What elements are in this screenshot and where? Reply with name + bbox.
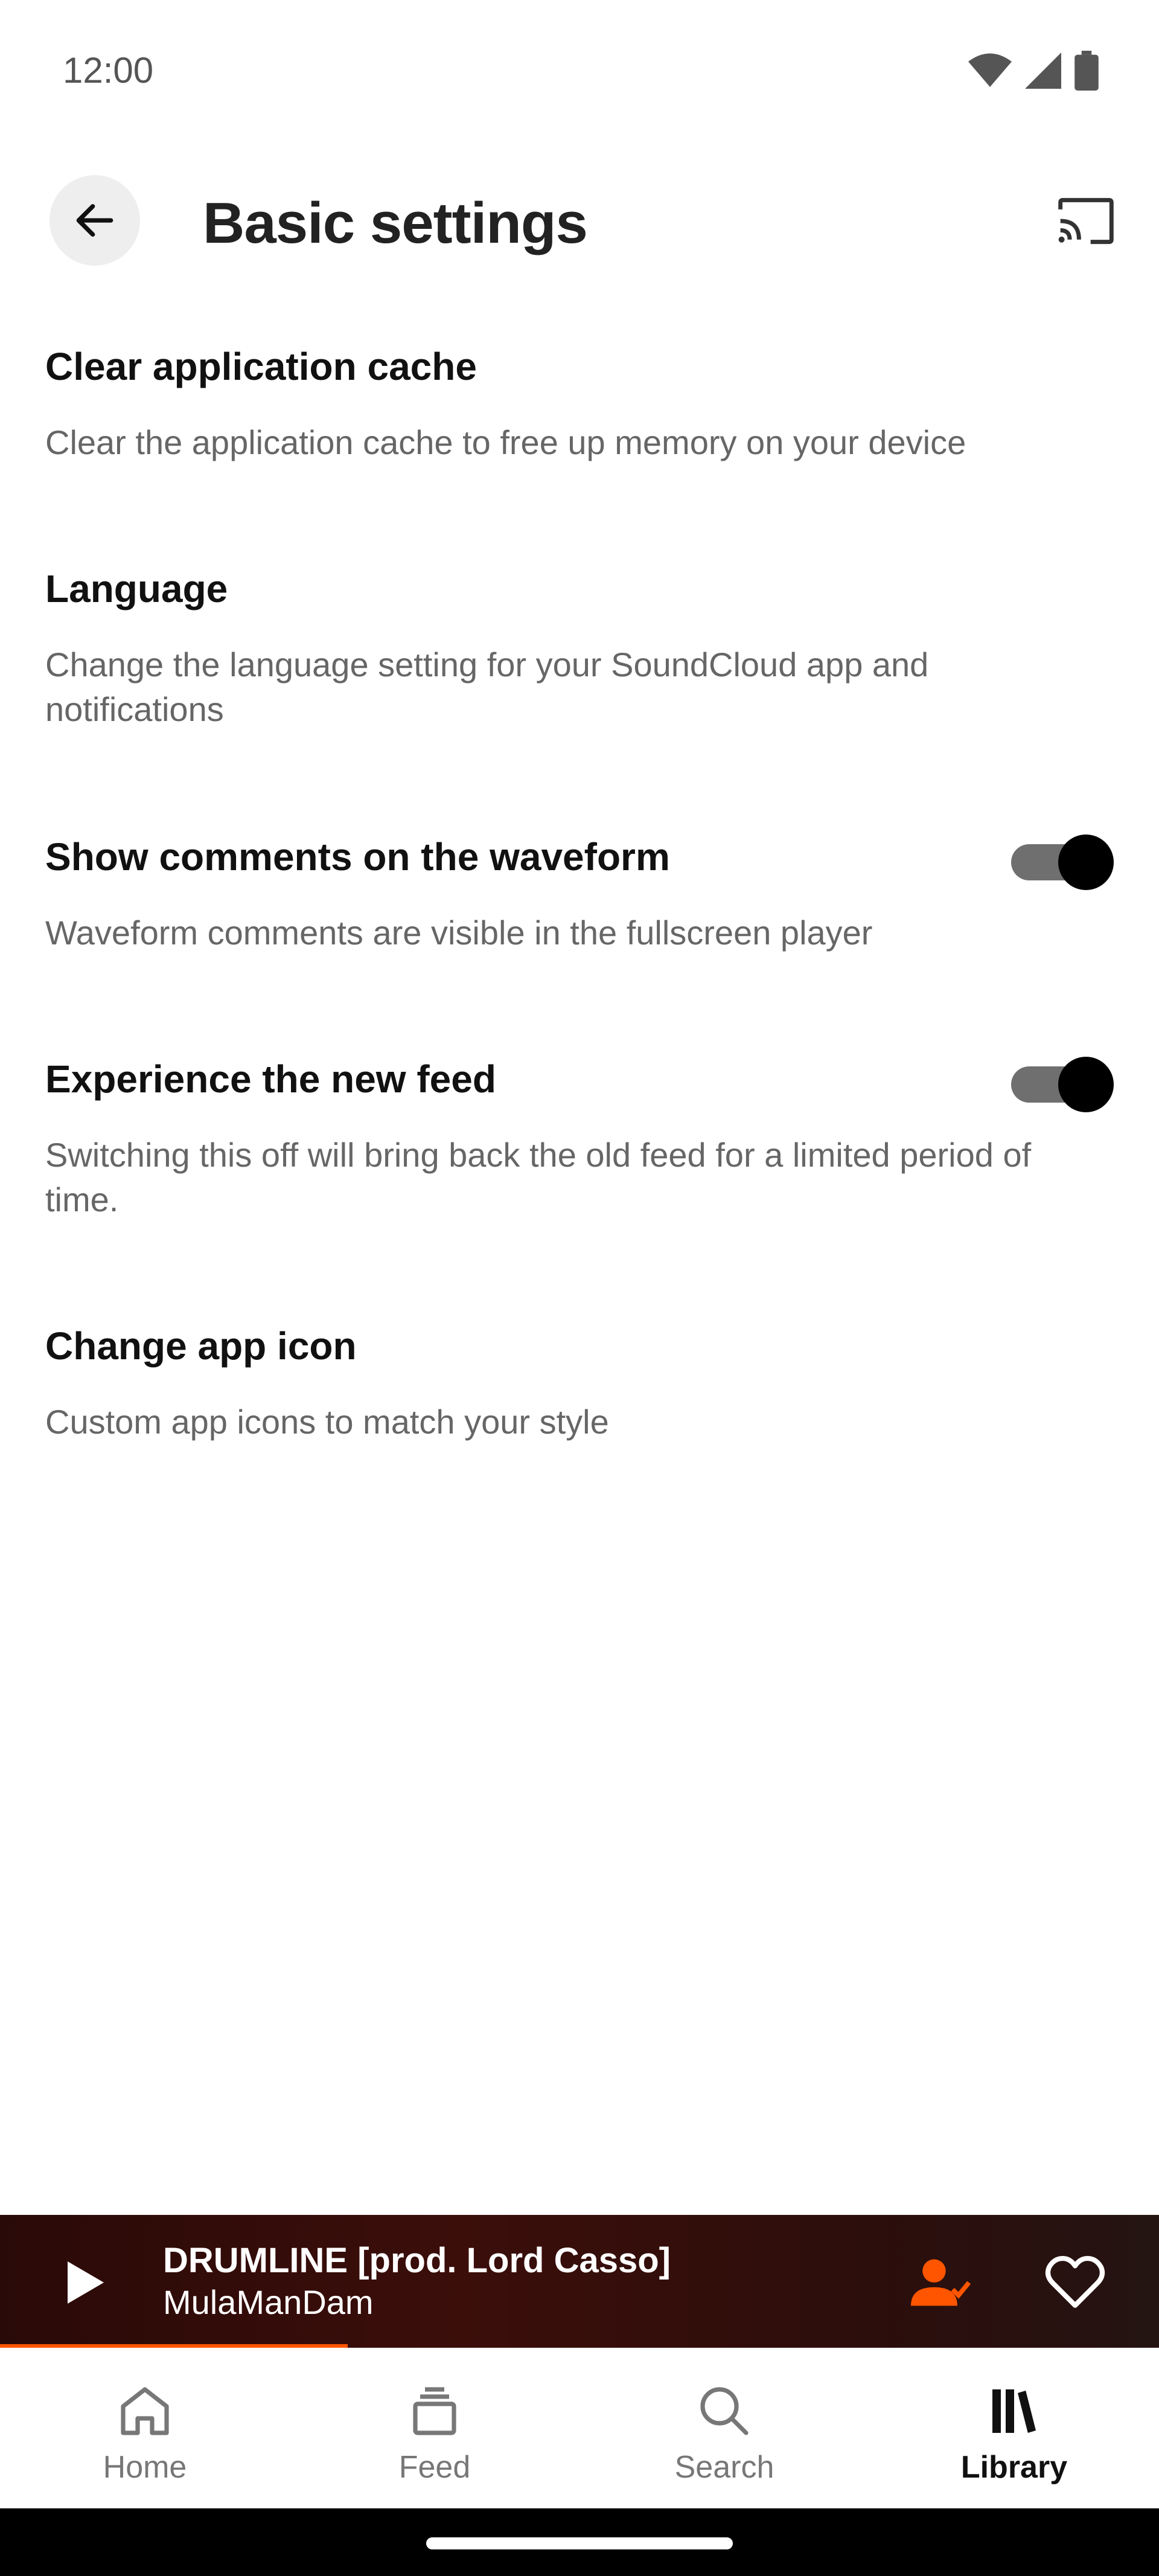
setting-description: Change the language setting for your Sou… [45, 646, 929, 728]
setting-language[interactable]: Language Change the language setting for… [45, 566, 1114, 732]
play-icon [68, 2261, 104, 2304]
search-icon [700, 2387, 749, 2435]
new-feed-toggle[interactable] [1011, 1052, 1114, 1112]
battery-icon [1074, 51, 1099, 91]
toggle-thumb [1058, 835, 1114, 890]
nav-library[interactable]: Library [869, 2348, 1159, 2508]
track-artist: MulaManDam [163, 2283, 374, 2321]
back-button[interactable] [49, 175, 140, 266]
mini-player[interactable] [0, 2215, 1159, 2348]
user-following-icon [911, 2259, 971, 2306]
setting-description: Clear the application cache to free up m… [45, 423, 966, 461]
setting-title: Change app icon [45, 1324, 357, 1368]
nav-home[interactable]: Home [0, 2348, 290, 2508]
status-time: 12:00 [63, 50, 154, 91]
setting-title: Language [45, 567, 228, 610]
setting-change-app-icon[interactable]: Change app icon Custom app icons to matc… [45, 1324, 1114, 1444]
bottom-navigation: Home Feed Search Library [0, 2348, 1159, 2508]
setting-description: Switching this off will bring back the o… [45, 1136, 1032, 1219]
nav-search[interactable]: Search [580, 2348, 869, 2508]
wifi-icon [968, 53, 1012, 87]
home-icon [121, 2387, 169, 2435]
page-title: Basic settings [203, 191, 588, 255]
nav-label: Library [960, 2450, 1068, 2485]
setting-title: Experience the new feed [45, 1057, 496, 1101]
setting-description: Waveform comments are visible in the ful… [45, 914, 873, 952]
cellular-signal-icon [1025, 53, 1061, 89]
arrow-left-icon [76, 204, 113, 237]
nav-feed[interactable]: Feed [290, 2348, 580, 2508]
waveform-comments-toggle[interactable] [1011, 830, 1114, 890]
heart-icon [1045, 2256, 1105, 2308]
track-title: DRUMLINE [prod. Lord Casso] [163, 2241, 671, 2280]
cast-icon [1058, 197, 1114, 245]
follow-artist-button[interactable] [908, 2252, 974, 2313]
status-icons [968, 50, 1099, 92]
nav-label: Home [103, 2450, 187, 2485]
home-gesture-handle[interactable] [426, 2537, 733, 2549]
setting-description: Custom app icons to match your style [45, 1403, 609, 1441]
play-button[interactable] [56, 2252, 116, 2313]
feed-stack-icon [413, 2387, 456, 2435]
setting-clear-cache[interactable]: Clear application cache Clear the applic… [45, 344, 1114, 465]
setting-title: Show comments on the waveform [45, 835, 670, 879]
setting-new-feed[interactable]: Experience the new feed Switching this o… [45, 1057, 1114, 1222]
nav-label: Search [674, 2450, 774, 2485]
like-button[interactable] [1042, 2250, 1108, 2316]
nav-label: Feed [398, 2450, 471, 2485]
toggle-thumb [1058, 1057, 1114, 1112]
setting-show-waveform-comments[interactable]: Show comments on the waveform Waveform c… [45, 835, 1114, 955]
cast-button[interactable] [1053, 191, 1119, 251]
setting-title: Clear application cache [45, 345, 477, 388]
library-icon [992, 2389, 1036, 2433]
